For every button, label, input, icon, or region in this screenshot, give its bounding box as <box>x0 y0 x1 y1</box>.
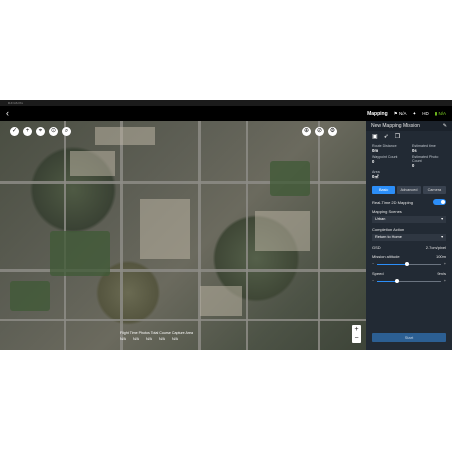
realtime-mapping-toggle[interactable] <box>433 199 446 205</box>
mission-summary-label: Flight Time Photos Total Course Capture … <box>120 331 194 335</box>
chevron-down-icon: ▾ <box>441 235 443 239</box>
stat-route-distance: Route Distance 0m <box>372 144 397 153</box>
gsd-row: GSD 2.7cm/pixel <box>366 242 452 251</box>
satellite-map[interactable]: ✓ + ⌖ ⊙ ⌕ ⊕ ⊘ ⚙ + − Flight Time Photos T… <box>0 121 366 350</box>
map-block <box>95 127 155 145</box>
realtime-mapping-row: Real-Time 2D Mapping <box>366 196 452 206</box>
map-toolbar-right: ⊕ ⊘ ⚙ <box>302 127 337 136</box>
search-icon[interactable]: ⌕ <box>62 127 71 136</box>
speed-slider[interactable]: − + <box>372 278 446 284</box>
stat-photo-count: Estimated Photo Count 0 <box>412 155 439 168</box>
mapping-scenes-row: Mapping Scenes <box>366 206 452 215</box>
gsd-value: 2.7cm/pixel <box>425 245 446 250</box>
altitude-slider[interactable]: − + <box>372 261 446 267</box>
satellite-icon: ✦ <box>412 110 417 116</box>
summary-value: N/A <box>159 337 165 341</box>
map-park <box>50 231 110 276</box>
panel-tabs: Basic Advanced Camera <box>366 182 452 196</box>
speed-row: Speed 9m/s <box>366 268 452 277</box>
layers-icon[interactable]: ⊕ <box>302 127 311 136</box>
map-road <box>246 121 248 350</box>
slider-track <box>377 279 441 283</box>
panel-title: New Mapping Mission <box>371 123 420 129</box>
stat-waypoint-count: Waypoint Count 0 <box>372 155 398 164</box>
slider-fill <box>377 280 397 282</box>
zoom-in-button[interactable]: + <box>352 325 361 334</box>
summary-value: N/A <box>120 337 126 341</box>
mission-panel: New Mapping Mission ✎ ▣ ➶ ❐ Route Distan… <box>366 121 452 350</box>
map-road <box>120 121 123 350</box>
panel-header: New Mapping Mission ✎ <box>366 121 452 131</box>
realtime-mapping-label: Real-Time 2D Mapping <box>372 199 413 205</box>
map-road <box>318 121 320 350</box>
completion-action-label: Completion Action <box>372 227 405 232</box>
completion-action-select[interactable]: Return to Home ▾ <box>372 234 446 241</box>
rc-signal: HD <box>422 111 429 116</box>
tab-advanced[interactable]: Advanced <box>397 186 421 194</box>
target-icon[interactable]: ⊙ <box>49 127 58 136</box>
speed-label: Speed <box>372 271 384 276</box>
slider-track <box>377 262 441 266</box>
no-fly-icon[interactable]: ⊘ <box>315 127 324 136</box>
battery-value: N/A <box>438 110 446 116</box>
map-block <box>140 199 190 259</box>
minus-icon[interactable]: − <box>372 262 374 266</box>
panel-actions: ▣ ➶ ❐ <box>366 131 452 142</box>
zoom-control: + − <box>352 325 361 343</box>
gps-status: ⚑ N/A <box>393 110 407 116</box>
map-block <box>200 286 242 316</box>
mode-label: Mapping <box>367 110 388 117</box>
mapping-scenes-label: Mapping Scenes <box>372 209 402 214</box>
altitude-label: Mission altitude <box>372 254 400 259</box>
start-button[interactable]: Start <box>372 333 446 342</box>
add-icon[interactable]: + <box>23 127 32 136</box>
check-icon[interactable]: ✓ <box>10 127 19 136</box>
zoom-out-button[interactable]: − <box>352 334 361 343</box>
altitude-row: Mission altitude 100m <box>366 251 452 260</box>
summary-value: N/A <box>172 337 178 341</box>
top-status-bar: ‹ Mapping ⚑ N/A ✦ HD ▮ N/A <box>0 106 452 121</box>
slider-fill <box>377 263 406 265</box>
plus-icon[interactable]: + <box>444 262 446 266</box>
edit-icon[interactable]: ✎ <box>443 123 447 129</box>
status-group: Mapping ⚑ N/A ✦ HD ▮ N/A <box>367 106 446 121</box>
back-button[interactable]: ‹ <box>6 108 15 119</box>
slider-handle[interactable] <box>404 262 409 266</box>
stat-area: Area 0㎡ <box>372 170 380 179</box>
app-screen: DJI GS Pro ‹ Mapping ⚑ N/A ✦ HD ▮ N/A ✓ … <box>0 100 452 350</box>
map-toolbar-left: ✓ + ⌖ ⊙ ⌕ <box>10 127 71 136</box>
settings-icon[interactable]: ⚙ <box>328 127 337 136</box>
minus-icon[interactable]: − <box>372 279 374 283</box>
summary-value: N/A <box>133 337 139 341</box>
speed-value: 9m/s <box>437 271 446 276</box>
slider-handle[interactable] <box>394 279 399 283</box>
mapping-scenes-value: Urban <box>375 217 386 221</box>
mission-stats: Route Distance 0m Estimated time 0s Waypoi… <box>366 142 452 182</box>
pointer-icon[interactable]: ➶ <box>384 133 389 140</box>
completion-action-value: Return to Home <box>375 235 402 239</box>
altitude-value: 100m <box>435 254 446 259</box>
save-icon[interactable]: ▣ <box>372 133 378 140</box>
folder-icon[interactable]: ❐ <box>395 133 400 140</box>
location-icon[interactable]: ⌖ <box>36 127 45 136</box>
chevron-down-icon: ▾ <box>441 217 443 221</box>
mission-summary-values: N/A N/A N/A N/A N/A <box>120 337 178 341</box>
tab-camera[interactable]: Camera <box>422 186 446 194</box>
map-block <box>255 211 310 251</box>
completion-action-row: Completion Action <box>366 224 452 233</box>
map-park <box>270 161 310 196</box>
map-road <box>0 181 366 184</box>
stat-estimated-time: Estimated time 0s <box>412 144 436 153</box>
gsd-label: GSD <box>372 245 381 250</box>
gps-value: N/A <box>398 110 407 116</box>
map-block <box>70 151 115 176</box>
map-road <box>0 319 366 321</box>
map-park <box>10 281 50 311</box>
plus-icon[interactable]: + <box>444 279 446 283</box>
battery-status: ▮ N/A <box>434 110 446 116</box>
tab-basic[interactable]: Basic <box>372 186 396 194</box>
summary-value: N/A <box>146 337 152 341</box>
mapping-scenes-select[interactable]: Urban ▾ <box>372 216 446 223</box>
